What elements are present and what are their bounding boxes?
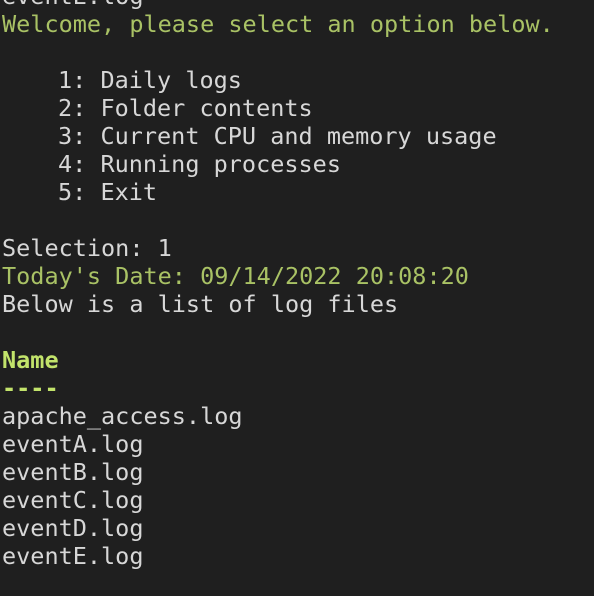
file-list-item: eventB.log: [2, 458, 144, 486]
terminal-window[interactable]: eventE.log Welcome, please select an opt…: [0, 0, 594, 596]
list-intro-line: Below is a list of log files: [2, 290, 399, 318]
menu-item-running-processes: 4: Running processes: [58, 150, 341, 178]
menu-item-cpu-memory: 3: Current CPU and memory usage: [58, 122, 497, 150]
menu-item-daily-logs: 1: Daily logs: [58, 66, 242, 94]
welcome-message: Welcome, please select an option below.: [2, 10, 554, 38]
file-list-item: eventC.log: [2, 486, 144, 514]
previous-output-line: eventE.log: [2, 0, 143, 10]
menu-item-folder-contents: 2: Folder contents: [58, 94, 313, 122]
file-list-item: eventA.log: [2, 430, 144, 458]
file-list-item: eventE.log: [2, 542, 144, 570]
file-list-item: apache_access.log: [2, 402, 243, 430]
date-line: Today's Date: 09/14/2022 20:08:20: [2, 262, 469, 290]
column-header-underline: ----: [2, 374, 59, 402]
menu-item-exit: 5: Exit: [58, 178, 158, 206]
file-list-item: eventD.log: [2, 514, 144, 542]
column-header-name: Name: [2, 346, 59, 374]
selection-line: Selection: 1: [2, 234, 172, 262]
